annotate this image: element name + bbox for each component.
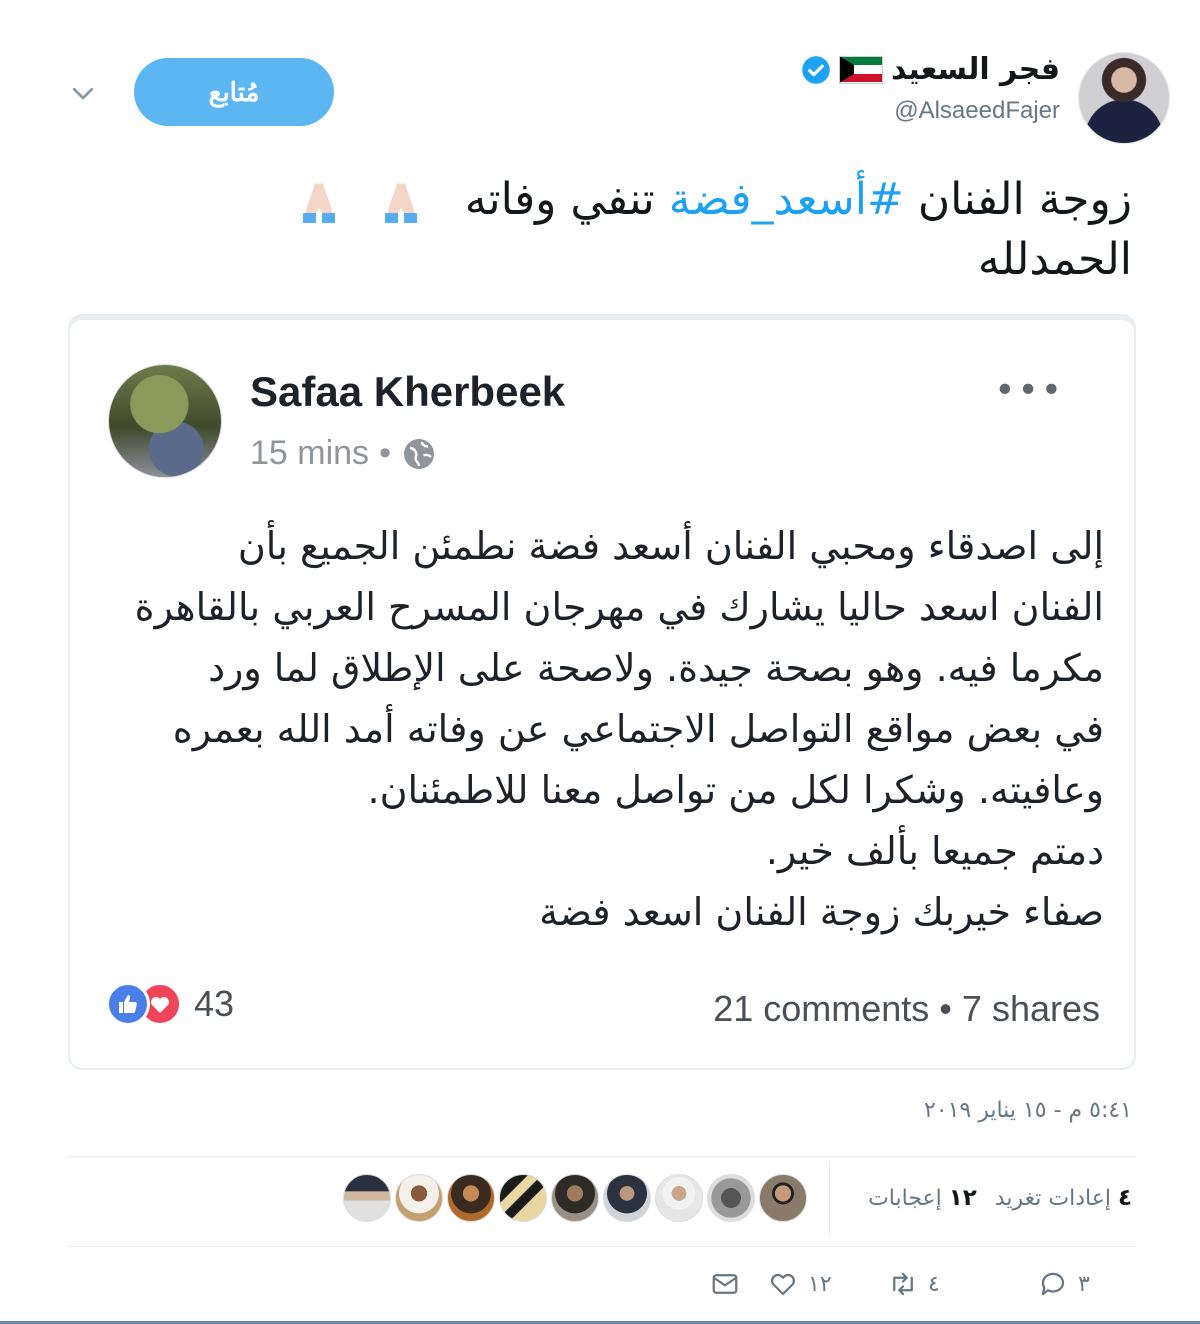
- folded-hands-icon: [302, 183, 335, 223]
- tweet-text-before-hashtag: زوجة الفنان: [903, 174, 1132, 225]
- post-time-dot: •: [379, 434, 391, 472]
- tweet-header: فجر السعيد @AlsaeedFajer مُتابع: [60, 40, 1170, 150]
- retweet-button[interactable]: ٤: [888, 1269, 1026, 1299]
- divider: [68, 1156, 1136, 1157]
- stats-separator: [829, 1161, 831, 1235]
- liker-avatar[interactable]: [343, 1174, 392, 1222]
- liker-avatar[interactable]: [603, 1174, 652, 1222]
- kuwait-flag-icon: [839, 55, 884, 84]
- liker-avatar[interactable]: [759, 1174, 808, 1222]
- reply-icon: [1041, 1272, 1065, 1296]
- embedded-facebook-post[interactable]: Safaa Kherbeek 15 mins • ••• إلى اصدقاء …: [68, 314, 1136, 1070]
- liker-avatar[interactable]: [707, 1174, 756, 1222]
- liker-avatar[interactable]: [447, 1174, 496, 1222]
- reactions-count: 43: [194, 983, 235, 1024]
- heart-icon: [770, 1273, 796, 1296]
- display-name[interactable]: فجر السعيد: [891, 52, 1060, 87]
- direct-message-button[interactable]: [710, 1269, 750, 1299]
- tweet-stats: ٤ إعادات تغريد ١٢ إعجابات: [64, 1160, 1132, 1236]
- retweet-count: ٤: [928, 1271, 940, 1297]
- globe-icon: [403, 438, 434, 469]
- tweet-text: زوجة الفنان #أسعد_فضة تنفي وفاته الحمدلل…: [132, 170, 1132, 290]
- divider: [68, 1246, 1136, 1247]
- post-body-line: إلى اصدقاء ومحبي الفنان أسعد فضة نطمئن ا…: [237, 524, 1104, 568]
- folded-hands-icon: [384, 183, 417, 223]
- post-body-line: مكرما فيه. وهو بصحة جيدة. ولاصحة على الإ…: [208, 646, 1104, 690]
- post-body-line: وعافيته. وشكرا لكل من تواصل معنا للاطمئن…: [367, 768, 1104, 812]
- tweet-text-line-2: الحمدلله: [977, 234, 1132, 285]
- liker-avatar[interactable]: [499, 1174, 548, 1222]
- post-time: 15 mins •: [250, 434, 437, 473]
- retweets-stat[interactable]: ٤ إعادات تغريد: [995, 1185, 1132, 1211]
- tweet-text-line-1: زوجة الفنان #أسعد_فضة تنفي وفاته: [132, 170, 1132, 230]
- user-avatar[interactable]: [1078, 52, 1170, 144]
- post-body-line: صفاء خيربك زوجة الفنان اسعد فضة: [539, 890, 1104, 934]
- user-names: فجر السعيد @AlsaeedFajer: [801, 52, 1060, 125]
- tweet-timestamp[interactable]: ٥:٤١ م - ١٥ يناير ٢٠١٩: [924, 1098, 1132, 1123]
- tweet-actions: ٣ ٤ ١٢: [710, 1264, 1132, 1304]
- following-button[interactable]: مُتابع: [134, 58, 334, 126]
- like-button[interactable]: ١٢: [768, 1269, 888, 1299]
- liker-avatar[interactable]: [395, 1174, 444, 1222]
- post-body-line: في بعض مواقع التواصل الاجتماعي عن وفاته …: [172, 707, 1104, 751]
- post-author-name: Safaa Kherbeek: [250, 368, 566, 415]
- retweet-icon: [893, 1272, 913, 1296]
- liker-avatar[interactable]: [655, 1174, 704, 1222]
- reply-button[interactable]: ٣: [1038, 1269, 1132, 1299]
- tweet-text-after-hashtag: تنفي وفاته: [464, 174, 669, 225]
- hashtag-link[interactable]: #أسعد_فضة: [669, 174, 904, 225]
- post-author-avatar: [108, 364, 222, 478]
- envelope-icon: [712, 1274, 738, 1294]
- thumbs-up-icon: [106, 982, 150, 1026]
- liker-avatar[interactable]: [551, 1174, 600, 1222]
- post-reactions: 43: [106, 982, 234, 1026]
- user-handle[interactable]: @AlsaeedFajer: [801, 97, 1060, 125]
- post-stats: 21 comments • 7 shares: [713, 988, 1100, 1029]
- reply-count: ٣: [1078, 1271, 1090, 1297]
- post-body-line: دمتم جميعا بألف خير.: [765, 829, 1104, 873]
- liker-avatars: [343, 1174, 808, 1222]
- likes-stat[interactable]: ١٢ إعجابات: [868, 1185, 977, 1211]
- chevron-down-icon[interactable]: [68, 78, 98, 108]
- post-time-text: 15 mins: [250, 434, 370, 472]
- verified-badge-icon: [802, 55, 830, 84]
- post-body: إلى اصدقاء ومحبي الفنان أسعد فضة نطمئن ا…: [108, 516, 1104, 943]
- like-count: ١٢: [808, 1271, 832, 1297]
- post-body-line: الفنان اسعد حاليا يشارك في مهرجان المسرح…: [134, 585, 1104, 629]
- engagement-counts: ٤ إعادات تغريد ١٢ إعجابات: [868, 1185, 1132, 1211]
- display-name-row: فجر السعيد: [801, 52, 1060, 87]
- post-more-options: •••: [994, 370, 1064, 411]
